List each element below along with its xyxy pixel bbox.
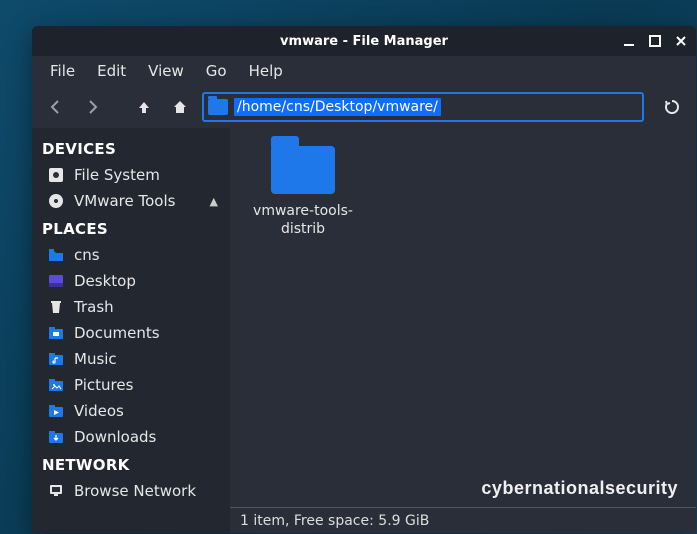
folder-label: vmware-tools-distrib	[248, 202, 358, 238]
path-bar[interactable]: /home/cns/Desktop/vmware/	[202, 92, 644, 122]
devices-header: DEVICES	[38, 134, 224, 162]
sidebar-item-trash[interactable]: Trash	[38, 294, 224, 320]
status-text: 1 item, Free space: 5.9 GiB	[240, 513, 429, 529]
sidebar: DEVICES File System VMware Tools ▲ PLACE…	[32, 128, 230, 533]
network-header: NETWORK	[38, 450, 224, 478]
sidebar-item-label: Downloads	[74, 428, 156, 446]
menu-view[interactable]: View	[140, 58, 192, 84]
maximize-button[interactable]	[648, 34, 662, 48]
sidebar-item-desktop[interactable]: Desktop	[38, 268, 224, 294]
menu-go[interactable]: Go	[198, 58, 235, 84]
file-grid[interactable]: vmware-tools-distrib	[230, 128, 696, 507]
folder-icon	[46, 401, 66, 421]
menu-edit[interactable]: Edit	[89, 58, 134, 84]
file-manager-window: vmware - File Manager File Edit View Go …	[32, 26, 696, 533]
sidebar-item-documents[interactable]: Documents	[38, 320, 224, 346]
minimize-button[interactable]	[622, 34, 636, 48]
sidebar-item-label: Documents	[74, 324, 160, 342]
eject-icon[interactable]: ▲	[210, 195, 222, 208]
sidebar-item-cns[interactable]: cns	[38, 242, 224, 268]
sidebar-item-label: Desktop	[74, 272, 136, 290]
folder-icon	[46, 427, 66, 447]
sidebar-item-pictures[interactable]: Pictures	[38, 372, 224, 398]
folder-item[interactable]: vmware-tools-distrib	[248, 146, 358, 238]
titlebar[interactable]: vmware - File Manager	[32, 26, 696, 56]
sidebar-item-downloads[interactable]: Downloads	[38, 424, 224, 450]
sidebar-item-label: Music	[74, 350, 117, 368]
sidebar-item-videos[interactable]: Videos	[38, 398, 224, 424]
sidebar-item-label: Trash	[74, 298, 114, 316]
sidebar-item-label: Videos	[74, 402, 124, 420]
menu-file[interactable]: File	[42, 58, 83, 84]
status-bar: 1 item, Free space: 5.9 GiB	[230, 507, 696, 533]
folder-icon	[46, 349, 66, 369]
menu-help[interactable]: Help	[241, 58, 291, 84]
drive-icon	[46, 165, 66, 185]
sidebar-item-label: Pictures	[74, 376, 133, 394]
disc-icon	[46, 191, 66, 211]
sidebar-item-label: File System	[74, 166, 160, 184]
folder-icon	[46, 323, 66, 343]
sidebar-item-label: Browse Network	[74, 482, 196, 500]
sidebar-item-browse-network[interactable]: Browse Network	[38, 478, 224, 504]
sidebar-item-label: cns	[74, 246, 100, 264]
forward-button[interactable]	[78, 93, 106, 121]
home-button[interactable]	[166, 93, 194, 121]
sidebar-item-music[interactable]: Music	[38, 346, 224, 372]
network-icon	[46, 481, 66, 501]
folder-icon	[46, 375, 66, 395]
folder-icon	[46, 245, 66, 265]
places-header: PLACES	[38, 214, 224, 242]
trash-icon	[46, 297, 66, 317]
desktop-icon	[46, 271, 66, 291]
toolbar: /home/cns/Desktop/vmware/	[32, 86, 696, 128]
up-button[interactable]	[130, 93, 158, 121]
reload-button[interactable]	[658, 93, 686, 121]
menubar: File Edit View Go Help	[32, 56, 696, 86]
folder-icon	[208, 99, 228, 115]
content-area[interactable]: vmware-tools-distrib cybernationalsecuri…	[230, 128, 696, 533]
path-text[interactable]: /home/cns/Desktop/vmware/	[234, 98, 441, 116]
close-button[interactable]	[674, 34, 688, 48]
back-button[interactable]	[42, 93, 70, 121]
window-title: vmware - File Manager	[32, 34, 696, 49]
folder-icon	[271, 146, 335, 194]
sidebar-item-filesystem[interactable]: File System	[38, 162, 224, 188]
watermark-text: cybernationalsecurity	[481, 478, 678, 499]
sidebar-item-vmwaretools[interactable]: VMware Tools ▲	[38, 188, 224, 214]
sidebar-item-label: VMware Tools	[74, 192, 175, 210]
